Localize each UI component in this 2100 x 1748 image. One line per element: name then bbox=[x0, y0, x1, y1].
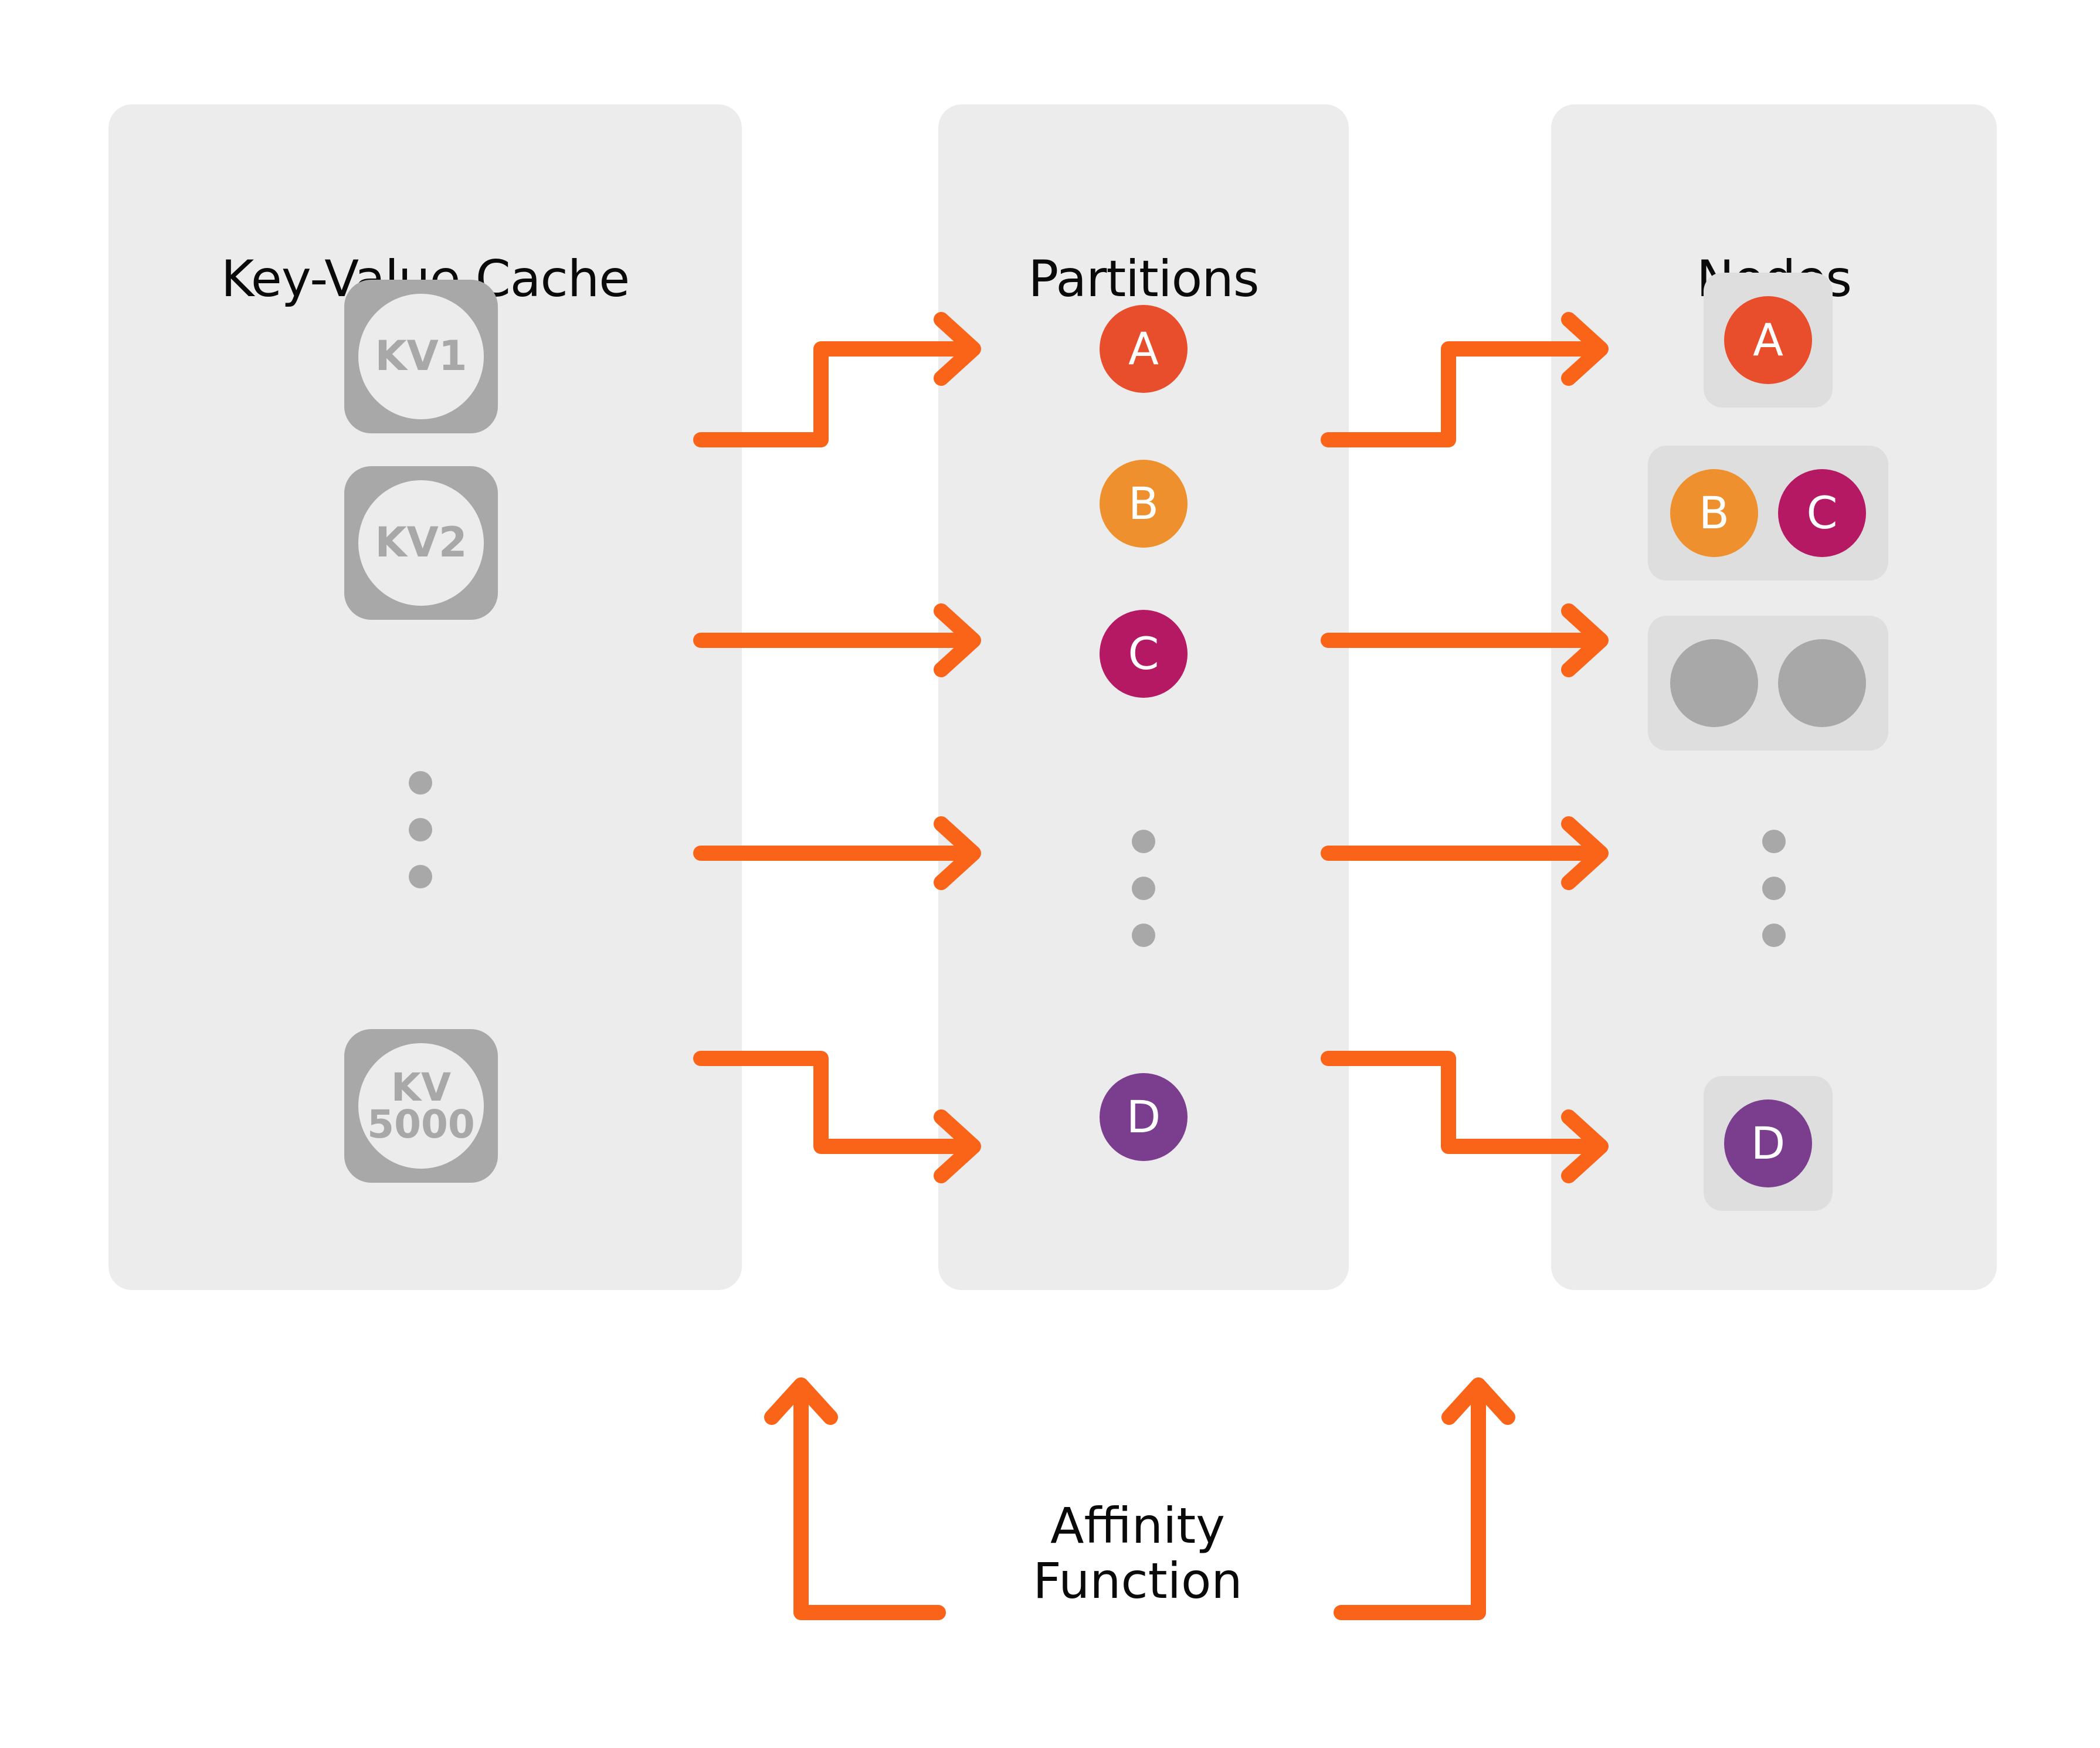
node-box-4[interactable]: D bbox=[1704, 1076, 1833, 1211]
ellipsis-dots-key-value-cache bbox=[409, 771, 432, 888]
node-circle-label: A bbox=[1753, 314, 1783, 366]
ellipsis-dots-partitions bbox=[1132, 830, 1155, 947]
partition-label: A bbox=[1128, 323, 1159, 375]
kv-disc: KV 5000 bbox=[358, 1043, 484, 1169]
kv-tile-label: KV2 bbox=[375, 518, 467, 567]
kv-tile-label-line2: 5000 bbox=[367, 1102, 475, 1147]
kv-tile-kv2[interactable]: KV2 bbox=[344, 466, 498, 620]
kv-tile-label: KV1 bbox=[375, 332, 467, 381]
ellipsis-dot bbox=[409, 818, 432, 841]
node-box-3[interactable] bbox=[1648, 616, 1888, 751]
ellipsis-dot bbox=[1762, 924, 1786, 947]
partition-label: D bbox=[1126, 1091, 1161, 1143]
node-circle-label: C bbox=[1806, 487, 1838, 539]
ellipsis-dot bbox=[1762, 830, 1786, 853]
diagram-canvas: Key-Value Cache KV1 KV2 KV 5000 Partitio… bbox=[0, 0, 2100, 1748]
ellipsis-dot bbox=[1132, 877, 1155, 900]
partition-circle-a[interactable]: A bbox=[1100, 305, 1188, 393]
ellipsis-dots-nodes bbox=[1762, 830, 1786, 947]
kv-tile-kv5000[interactable]: KV 5000 bbox=[344, 1029, 498, 1183]
node-circle-placeholder[interactable] bbox=[1670, 639, 1758, 727]
node-circle-label: B bbox=[1698, 487, 1730, 539]
node-box-1[interactable]: A bbox=[1704, 273, 1833, 408]
node-circle-label: D bbox=[1750, 1117, 1786, 1169]
kv-disc: KV1 bbox=[358, 294, 484, 419]
kv-tile-kv1[interactable]: KV1 bbox=[344, 280, 498, 433]
node-box-2[interactable]: B C bbox=[1648, 446, 1888, 581]
partition-circle-d[interactable]: D bbox=[1100, 1073, 1188, 1161]
node-circle-c[interactable]: C bbox=[1778, 469, 1866, 557]
node-circle-d[interactable]: D bbox=[1724, 1099, 1812, 1187]
ellipsis-dot bbox=[1132, 830, 1155, 853]
kv-disc: KV2 bbox=[358, 480, 484, 606]
partition-circle-c[interactable]: C bbox=[1100, 610, 1188, 698]
ellipsis-dot bbox=[409, 865, 432, 888]
node-circle-placeholder[interactable] bbox=[1778, 639, 1866, 727]
arrow-affinity-left bbox=[764, 1377, 946, 1620]
partition-label: C bbox=[1128, 627, 1159, 680]
partition-label: B bbox=[1128, 477, 1159, 530]
node-circle-a[interactable]: A bbox=[1724, 296, 1812, 384]
ellipsis-dot bbox=[409, 771, 432, 795]
partition-circle-b[interactable]: B bbox=[1100, 460, 1188, 548]
arrow-affinity-right bbox=[1334, 1377, 1515, 1620]
ellipsis-dot bbox=[1132, 924, 1155, 947]
affinity-function-label: Affinity Function bbox=[1033, 1497, 1243, 1610]
node-circle-b[interactable]: B bbox=[1670, 469, 1758, 557]
panel-title-partitions: Partitions bbox=[1028, 250, 1259, 308]
kv-tile-label-line1: KV bbox=[391, 1064, 452, 1110]
ellipsis-dot bbox=[1762, 877, 1786, 900]
